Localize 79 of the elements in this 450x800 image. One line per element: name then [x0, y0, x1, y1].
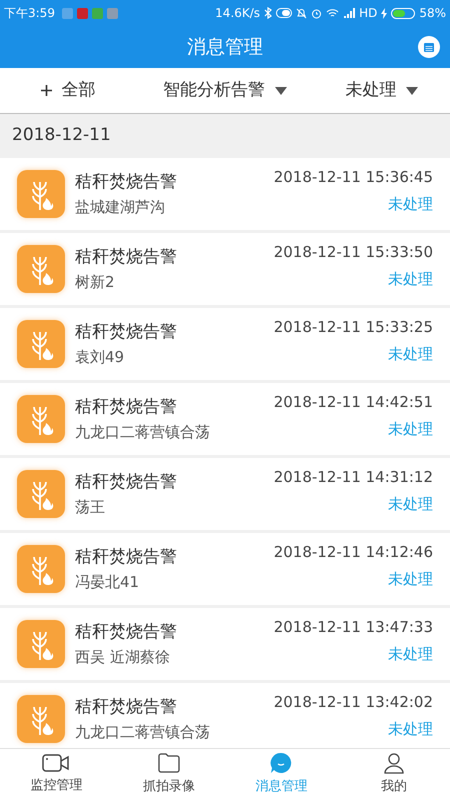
message-title: 秸秆焚烧告警 — [75, 546, 178, 568]
charging-icon — [381, 8, 388, 18]
wheat-fire-icon — [17, 620, 65, 668]
status-label: 未处理 — [388, 344, 433, 364]
message-time: 2018-12-11 13:42:02 — [274, 692, 433, 713]
message-title: 秸秆焚烧告警 — [75, 320, 178, 344]
nav-tab[interactable]: 监控管理 — [0, 749, 112, 800]
person-icon — [382, 752, 405, 774]
message-location: 九龙口二蒋营镇合荡 — [75, 722, 211, 743]
message-row[interactable]: 秸秆焚烧告警 树新2 2018-12-11 15:33:50 未处理 — [0, 233, 450, 305]
status-label: 未处理 — [388, 568, 433, 590]
status-label: 未处理 — [388, 644, 433, 664]
date-heading: 2018-12-11 — [12, 124, 111, 148]
message-row[interactable]: 秸秆焚烧告警 盐城建湖芦沟 2018-12-11 15:36:45 未处理 — [0, 158, 450, 230]
filter-button[interactable]: 未处理 — [314, 68, 450, 113]
wheat-fire-icon — [17, 245, 65, 293]
page-title: 消息管理 — [187, 34, 263, 60]
message-location: 九龙口二蒋营镇合荡 — [75, 422, 211, 443]
message-location: 西吴 近湖蔡徐 — [75, 647, 171, 668]
folder-icon — [158, 752, 180, 774]
message-row[interactable]: 秸秆焚烧告警 冯晏北41 2018-12-11 14:12:46 未处理 — [0, 533, 450, 605]
status-label: 未处理 — [388, 194, 433, 214]
notification-icon — [106, 8, 118, 18]
wheat-fire-icon — [17, 170, 65, 218]
wheat-fire-icon — [17, 545, 65, 593]
status-time: 下午3:59 — [4, 5, 55, 22]
message-location: 盐城建湖芦沟 — [75, 197, 166, 218]
bluetooth-icon — [264, 7, 272, 19]
video-camera-icon — [42, 753, 70, 774]
wheat-fire-icon — [17, 320, 65, 368]
filter-button[interactable]: 全部 — [0, 68, 136, 113]
bell-off-icon — [296, 8, 308, 18]
plus-icon — [40, 85, 52, 96]
alarm-icon — [311, 8, 322, 18]
chat-bubble-icon — [270, 752, 292, 774]
battery-percent: 58% — [419, 5, 446, 22]
message-row[interactable]: 秸秆焚烧告警 九龙口二蒋营镇合荡 2018-12-11 14:42:51 未处理 — [0, 383, 450, 455]
message-row[interactable]: 秸秆焚烧告警 西吴 近湖蔡徐 2018-12-11 13:47:33 未处理 — [0, 608, 450, 680]
message-location: 树新2 — [75, 272, 116, 293]
message-time: 2018-12-11 15:33:50 — [274, 242, 433, 263]
message-title: 秸秆焚烧告警 — [75, 620, 178, 644]
caret-icon — [274, 86, 287, 94]
status-label: 未处理 — [388, 494, 433, 514]
status-label: 未处理 — [388, 268, 433, 290]
wifi-icon — [326, 8, 340, 18]
message-location: 冯晏北41 — [75, 572, 140, 593]
wheat-fire-icon — [17, 695, 65, 743]
message-time: 2018-12-11 15:33:25 — [274, 317, 433, 338]
message-time: 2018-12-11 13:47:33 — [274, 617, 433, 638]
status-label: 未处理 — [388, 418, 433, 440]
network-speed: 14.6K/s — [215, 5, 260, 22]
nav-tab[interactable]: 抓拍录像 — [112, 749, 225, 800]
message-title: 秸秆焚烧告警 — [75, 696, 178, 718]
caret-icon — [406, 86, 418, 94]
network-type: HD — [359, 5, 378, 22]
message-location: 袁刘49 — [75, 347, 126, 368]
wheat-fire-icon — [17, 395, 65, 443]
battery-icon — [391, 8, 416, 18]
message-location: 荡王 — [75, 497, 106, 518]
toggle-icon — [276, 8, 292, 18]
message-row[interactable]: 秸秆焚烧告警 荡王 2018-12-11 14:31:12 未处理 — [0, 458, 450, 530]
notification-icon — [62, 8, 73, 18]
message-time: 2018-12-11 14:12:46 — [274, 542, 433, 563]
signal-icon — [343, 8, 356, 18]
status-label: 未处理 — [388, 718, 433, 740]
message-title: 秸秆焚烧告警 — [75, 470, 178, 494]
notification-icon — [76, 8, 88, 18]
message-title: 秸秆焚烧告警 — [75, 246, 178, 268]
message-time: 2018-12-11 14:42:51 — [274, 392, 433, 413]
nav-tab[interactable]: 我的 — [338, 749, 450, 800]
message-row[interactable]: 秸秆焚烧告警 袁刘49 2018-12-11 15:33:25 未处理 — [0, 308, 450, 380]
message-time: 2018-12-11 15:36:45 — [274, 167, 433, 188]
message-row[interactable]: 秸秆焚烧告警 九龙口二蒋营镇合荡 2018-12-11 13:42:02 未处理 — [0, 683, 450, 748]
message-title: 秸秆焚烧告警 — [75, 396, 178, 418]
message-time: 2018-12-11 14:31:12 — [274, 467, 433, 488]
filter-button[interactable]: 智能分析告警 — [136, 68, 314, 113]
notification-icon — [92, 8, 103, 18]
message-title: 秸秆焚烧告警 — [75, 170, 178, 194]
wheat-fire-icon — [17, 470, 65, 518]
